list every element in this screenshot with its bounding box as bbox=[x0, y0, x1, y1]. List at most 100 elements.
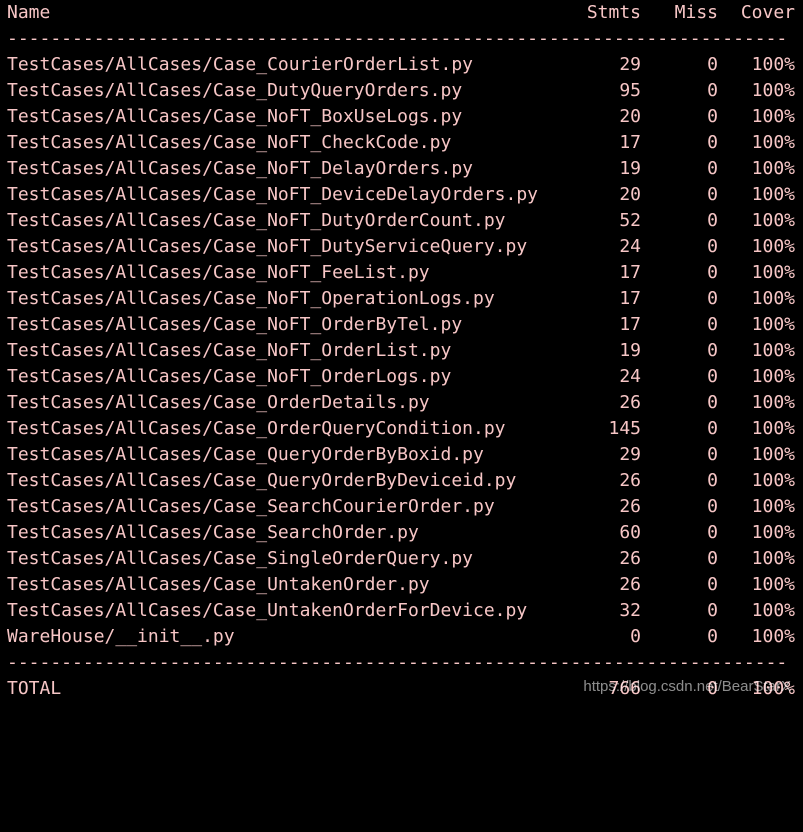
total-name: TOTAL bbox=[7, 678, 62, 699]
row-miss: 0 bbox=[707, 184, 718, 205]
row-name: TestCases/AllCases/Case_CourierOrderList… bbox=[7, 54, 473, 75]
row-name: TestCases/AllCases/Case_OrderQueryCondit… bbox=[7, 418, 506, 439]
row-stmts: 60 bbox=[619, 522, 641, 543]
row-name: TestCases/AllCases/Case_NoFT_DutyOrderCo… bbox=[7, 210, 506, 231]
row-miss: 0 bbox=[707, 418, 718, 439]
row-stmts: 52 bbox=[619, 210, 641, 231]
header-miss: Miss bbox=[674, 2, 718, 23]
row-cover: 100% bbox=[751, 600, 795, 621]
row-cover: 100% bbox=[751, 210, 795, 231]
row-cover: 100% bbox=[751, 158, 795, 179]
table-row: TestCases/AllCases/Case_QueryOrderByDevi… bbox=[7, 468, 797, 494]
row-cover: 100% bbox=[751, 184, 795, 205]
row-name: TestCases/AllCases/Case_NoFT_DelayOrders… bbox=[7, 158, 473, 179]
header-cover: Cover bbox=[740, 2, 795, 23]
row-miss: 0 bbox=[707, 236, 718, 257]
table-row: TestCases/AllCases/Case_QueryOrderByBoxi… bbox=[7, 442, 797, 468]
table-row: TestCases/AllCases/Case_NoFT_FeeList.py 1… bbox=[7, 260, 797, 286]
separator-top: ----------------------------------------… bbox=[7, 28, 788, 49]
row-miss: 0 bbox=[707, 574, 718, 595]
row-miss: 0 bbox=[707, 340, 718, 361]
table-row: TestCases/AllCases/Case_NoFT_DutyOrderCo… bbox=[7, 208, 797, 234]
row-cover: 100% bbox=[751, 236, 795, 257]
table-row: TestCases/AllCases/Case_NoFT_OrderLogs.p… bbox=[7, 364, 797, 390]
row-cover: 100% bbox=[751, 262, 795, 283]
row-stmts: 17 bbox=[619, 262, 641, 283]
row-name: TestCases/AllCases/Case_NoFT_OrderByTel.… bbox=[7, 314, 463, 335]
table-row: TestCases/AllCases/Case_NoFT_CheckCode.p… bbox=[7, 130, 797, 156]
table-row: TestCases/AllCases/Case_NoFT_DeviceDelay… bbox=[7, 182, 797, 208]
row-miss: 0 bbox=[707, 288, 718, 309]
watermark-text: https://blog.csdn.net/BearStarX bbox=[583, 678, 791, 695]
row-cover: 100% bbox=[751, 366, 795, 387]
row-name: TestCases/AllCases/Case_SearchCourierOrd… bbox=[7, 496, 495, 517]
row-name: TestCases/AllCases/Case_NoFT_DeviceDelay… bbox=[7, 184, 539, 205]
row-stmts: 20 bbox=[619, 184, 641, 205]
table-row: TestCases/AllCases/Case_SearchOrder.py 60… bbox=[7, 520, 797, 546]
row-cover: 100% bbox=[751, 626, 795, 647]
table-row: TestCases/AllCases/Case_NoFT_OrderByTel.… bbox=[7, 312, 797, 338]
row-miss: 0 bbox=[707, 210, 718, 231]
table-row: TestCases/AllCases/Case_OrderQueryCondit… bbox=[7, 416, 797, 442]
row-miss: 0 bbox=[707, 106, 718, 127]
table-row: WareHouse/__init__.py 0 0 100% bbox=[7, 624, 797, 650]
row-name: TestCases/AllCases/Case_NoFT_OrderLogs.p… bbox=[7, 366, 452, 387]
row-miss: 0 bbox=[707, 470, 718, 491]
row-name: TestCases/AllCases/Case_SearchOrder.py bbox=[7, 522, 419, 543]
row-cover: 100% bbox=[751, 496, 795, 517]
table-row: TestCases/AllCases/Case_DutyQueryOrders.… bbox=[7, 78, 797, 104]
row-miss: 0 bbox=[707, 314, 718, 335]
row-stmts: 17 bbox=[619, 314, 641, 335]
row-stmts: 0 bbox=[630, 626, 641, 647]
row-name: WareHouse/__init__.py bbox=[7, 626, 235, 647]
row-cover: 100% bbox=[751, 288, 795, 309]
row-miss: 0 bbox=[707, 600, 718, 621]
table-row: TestCases/AllCases/Case_OrderDetails.py 2… bbox=[7, 390, 797, 416]
row-miss: 0 bbox=[707, 366, 718, 387]
row-stmts: 24 bbox=[619, 366, 641, 387]
row-miss: 0 bbox=[707, 158, 718, 179]
coverage-rows: TestCases/AllCases/Case_CourierOrderList… bbox=[7, 52, 797, 650]
row-stmts: 26 bbox=[619, 574, 641, 595]
row-miss: 0 bbox=[707, 80, 718, 101]
row-miss: 0 bbox=[707, 54, 718, 75]
row-miss: 0 bbox=[707, 132, 718, 153]
row-name: TestCases/AllCases/Case_NoFT_FeeList.py bbox=[7, 262, 430, 283]
row-stmts: 29 bbox=[619, 54, 641, 75]
row-name: TestCases/AllCases/Case_UntakenOrder.py bbox=[7, 574, 430, 595]
row-miss: 0 bbox=[707, 444, 718, 465]
row-stmts: 19 bbox=[619, 158, 641, 179]
row-name: TestCases/AllCases/Case_NoFT_CheckCode.p… bbox=[7, 132, 452, 153]
row-name: TestCases/AllCases/Case_NoFT_DutyService… bbox=[7, 236, 528, 257]
table-row: TestCases/AllCases/Case_UntakenOrderForD… bbox=[7, 598, 797, 624]
row-name: TestCases/AllCases/Case_NoFT_BoxUseLogs.… bbox=[7, 106, 463, 127]
row-cover: 100% bbox=[751, 314, 795, 335]
row-miss: 0 bbox=[707, 262, 718, 283]
coverage-report: Name Stmts Miss Cover ------------------… bbox=[7, 0, 797, 702]
separator-bottom: ----------------------------------------… bbox=[7, 652, 788, 673]
row-cover: 100% bbox=[751, 574, 795, 595]
table-row: TestCases/AllCases/Case_NoFT_OrderList.p… bbox=[7, 338, 797, 364]
table-row: TestCases/AllCases/Case_NoFT_BoxUseLogs.… bbox=[7, 104, 797, 130]
table-row: TestCases/AllCases/Case_SearchCourierOrd… bbox=[7, 494, 797, 520]
row-cover: 100% bbox=[751, 54, 795, 75]
table-row: TestCases/AllCases/Case_UntakenOrder.py 2… bbox=[7, 572, 797, 598]
table-row: TestCases/AllCases/Case_NoFT_DelayOrders… bbox=[7, 156, 797, 182]
row-name: TestCases/AllCases/Case_NoFT_OrderList.p… bbox=[7, 340, 452, 361]
row-miss: 0 bbox=[707, 548, 718, 569]
row-miss: 0 bbox=[707, 392, 718, 413]
row-cover: 100% bbox=[751, 470, 795, 491]
row-stmts: 95 bbox=[619, 80, 641, 101]
row-cover: 100% bbox=[751, 340, 795, 361]
row-name: TestCases/AllCases/Case_SingleOrderQuery… bbox=[7, 548, 473, 569]
row-stmts: 32 bbox=[619, 600, 641, 621]
row-cover: 100% bbox=[751, 418, 795, 439]
row-cover: 100% bbox=[751, 106, 795, 127]
row-name: TestCases/AllCases/Case_QueryOrderByDevi… bbox=[7, 470, 517, 491]
row-name: TestCases/AllCases/Case_OrderDetails.py bbox=[7, 392, 430, 413]
row-stmts: 26 bbox=[619, 496, 641, 517]
row-stmts: 24 bbox=[619, 236, 641, 257]
row-name: TestCases/AllCases/Case_UntakenOrderForD… bbox=[7, 600, 528, 621]
row-stmts: 26 bbox=[619, 392, 641, 413]
table-row: TestCases/AllCases/Case_CourierOrderList… bbox=[7, 52, 797, 78]
